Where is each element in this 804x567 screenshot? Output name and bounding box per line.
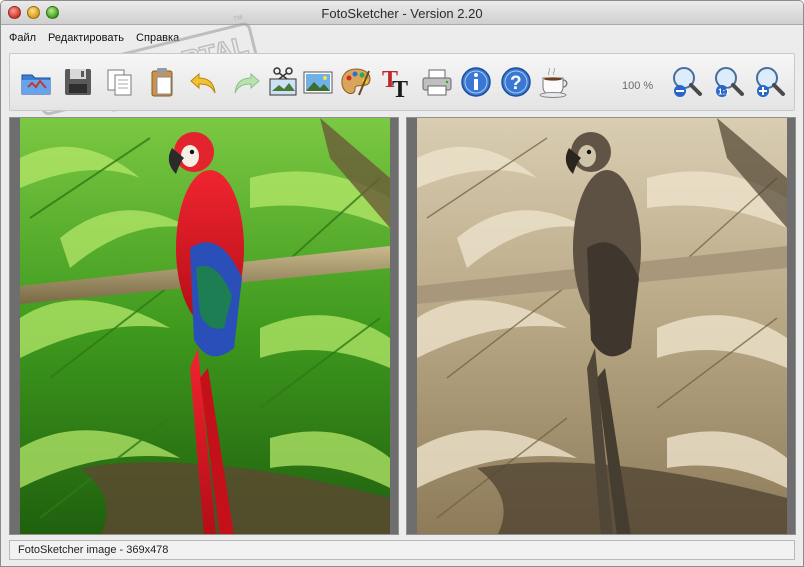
undo-button[interactable] <box>186 64 222 100</box>
copy-icon <box>107 69 132 96</box>
status-bar: FotoSketcher image - 369x478 <box>9 540 795 560</box>
print-icon <box>422 69 452 96</box>
info-icon <box>461 67 491 97</box>
original-image-pane[interactable] <box>9 117 399 535</box>
redo-icon <box>234 72 260 94</box>
undo-icon <box>190 72 216 94</box>
zoom-actual-icon: 1:1 <box>715 67 744 97</box>
menu-help[interactable]: Справка <box>136 32 179 44</box>
zoom-level: 100 % <box>622 80 654 92</box>
copy-button[interactable] <box>102 64 138 100</box>
zoom-in-button[interactable] <box>751 64 787 100</box>
print-button[interactable] <box>419 64 455 100</box>
menu-edit[interactable]: Редактировать <box>48 32 124 44</box>
menu-bar: Файл Редактировать Справка <box>1 26 803 50</box>
window-title: FotoSketcher - Version 2.20 <box>321 6 483 21</box>
palette-icon <box>341 68 371 96</box>
zoom-out-icon <box>673 67 702 97</box>
open-folder-icon <box>21 74 51 95</box>
toolbar: T T ? 100 % 1:1 <box>9 53 795 111</box>
redo-button[interactable] <box>228 64 264 100</box>
image-icon <box>303 71 333 94</box>
sketch-image-pane[interactable] <box>406 117 796 535</box>
picture-button[interactable] <box>300 64 336 100</box>
zoom-in-icon <box>756 67 785 97</box>
title-bar: FotoSketcher - Version 2.20 <box>1 1 803 25</box>
svg-text:1:1: 1:1 <box>718 88 730 97</box>
help-icon: ? <box>501 67 531 97</box>
menu-file[interactable]: Файл <box>9 32 36 44</box>
zoom-actual-size-button[interactable]: 1:1 <box>710 64 746 100</box>
original-parrot-photo <box>20 118 390 534</box>
help-button[interactable]: ? <box>498 64 534 100</box>
crop-icon <box>269 67 297 96</box>
app-window: FotoSketcher - Version 2.20 Файл Редакти… <box>0 0 804 567</box>
coffee-icon <box>539 67 568 98</box>
save-button[interactable] <box>60 64 96 100</box>
text-button[interactable]: T T <box>379 64 415 100</box>
svg-text:?: ? <box>510 73 522 94</box>
paste-icon <box>151 68 173 97</box>
zoom-out-button[interactable] <box>668 64 704 100</box>
paste-button[interactable] <box>144 64 180 100</box>
open-button[interactable] <box>18 64 54 100</box>
crop-button[interactable] <box>265 64 301 100</box>
svg-text:T: T <box>392 77 408 99</box>
text-icon: T T <box>382 67 408 99</box>
palette-button[interactable] <box>338 64 374 100</box>
info-button[interactable] <box>458 64 494 100</box>
donate-coffee-button[interactable] <box>537 64 573 100</box>
save-icon <box>65 69 91 95</box>
sketch-parrot-photo <box>417 118 787 534</box>
